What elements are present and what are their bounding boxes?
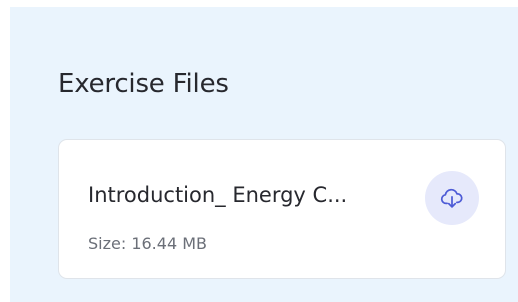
file-card: Introduction_ Energy C... Size: 16.44 MB [58,139,506,279]
exercise-files-panel: Exercise Files Introduction_ Energy C...… [10,7,518,302]
section-title: Exercise Files [58,69,229,99]
file-name[interactable]: Introduction_ Energy C... [88,183,347,208]
cloud-download-icon [440,188,463,208]
file-size: Size: 16.44 MB [88,234,207,253]
download-button[interactable] [425,171,479,225]
